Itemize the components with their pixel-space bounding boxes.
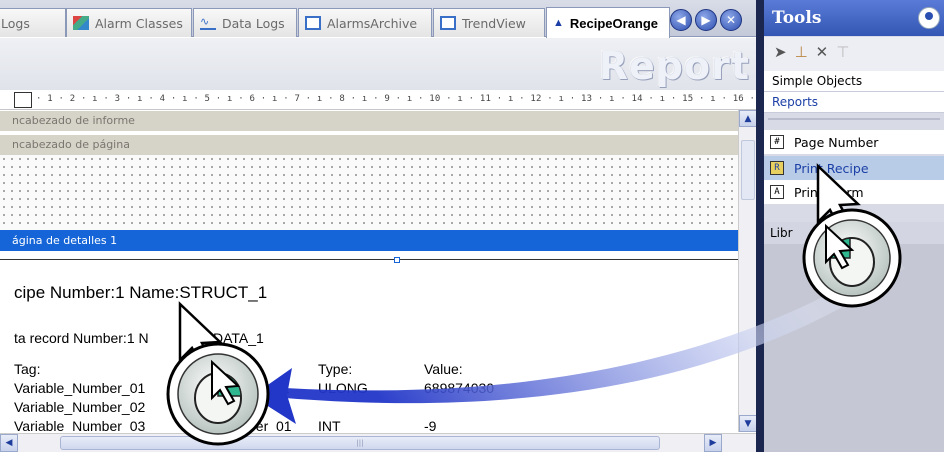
arrow-right-icon: ▶ (701, 13, 711, 27)
page-header-band[interactable]: ncabezado de página (0, 135, 738, 155)
tab-label: Alarm Classes (95, 15, 183, 31)
chevron-right-icon: ▶ (709, 438, 717, 448)
type-cell (318, 398, 368, 417)
tab-label: Data Logs (222, 15, 285, 31)
screen-icon (305, 16, 321, 30)
scroll-up-button[interactable]: ▲ (739, 110, 757, 127)
tab-alarms-archive[interactable]: AlarmsArchive (298, 8, 432, 37)
tab-trend-view[interactable]: TrendView (433, 8, 545, 37)
type-column[interactable]: Type: ULONG INT (318, 360, 368, 436)
arrow-left-icon: ◀ (676, 13, 686, 27)
tool-label: Print Recipe (794, 160, 869, 176)
scroll-down-button[interactable]: ▼ (739, 415, 757, 432)
tab-logs[interactable]: Logs (0, 8, 66, 37)
editor-title: Report (598, 44, 750, 88)
vertical-scroll-thumb[interactable] (741, 140, 755, 200)
tab-label: TrendView (462, 15, 526, 31)
detail-band[interactable]: ágina de detalles 1 (0, 230, 738, 251)
editor-tab-bar: Logs Alarm Classes ∿ Data Logs AlarmsArc… (0, 0, 762, 38)
library-area (764, 244, 944, 452)
chevron-down-icon: ▼ (744, 418, 752, 429)
tab-label: Logs (1, 15, 30, 31)
tool-icon-bar: ➤⊥✕⊤ (764, 37, 944, 71)
panel-splitter[interactable] (756, 0, 764, 452)
tool-label: Print Alarm (794, 184, 864, 200)
tab-data-logs[interactable]: ∿ Data Logs (193, 8, 297, 37)
scroll-right-button[interactable]: ▶ (704, 434, 722, 452)
tools-header: Tools (764, 0, 944, 36)
chevron-up-icon: ▲ (744, 113, 752, 124)
record-name-text[interactable]: DATA_1 (213, 330, 264, 346)
chevron-left-icon: ◀ (5, 438, 13, 448)
ruler-corner (14, 92, 32, 108)
print-recipe-icon: R (770, 161, 784, 175)
library-section-header[interactable]: Libr (764, 222, 944, 244)
value-column[interactable]: Value: 689874030 -9 (424, 360, 494, 436)
section-divider (0, 259, 738, 260)
report-editor: Logs Alarm Classes ∿ Data Logs AlarmsArc… (0, 0, 762, 452)
tab-label: RecipeOrange (569, 15, 659, 31)
close-icon: ✕ (725, 13, 737, 27)
pin-icon[interactable] (918, 7, 940, 29)
horizontal-ruler: · 1 · 2 · ı · 3 · ı · 4 · ı · 5 · ı · 6 … (0, 90, 762, 110)
recipe-header-text[interactable]: cipe Number:1 Name:STRUCT_1 (14, 283, 267, 303)
tools-title: Tools (772, 8, 822, 28)
screen-icon (440, 16, 456, 30)
tool-print-recipe[interactable]: R Print Recipe (764, 156, 944, 180)
stamp-icon[interactable]: ⊥ (795, 43, 816, 61)
scroll-tabs-left-button[interactable]: ◀ (670, 9, 692, 31)
tab-label: AlarmsArchive (327, 15, 418, 31)
ruler-tool-icon[interactable]: ⊤ (836, 43, 857, 61)
tool-print-alarm[interactable]: A Print Alarm (764, 180, 944, 204)
category-simple-objects[interactable]: Simple Objects (764, 71, 944, 92)
report-banner: Report (0, 38, 762, 90)
tab-recipe-orange[interactable]: ▲ RecipeOrange (546, 7, 670, 38)
tab-alarm-classes[interactable]: Alarm Classes (66, 8, 192, 37)
pointer-icon[interactable]: ➤ (774, 43, 795, 61)
data-logs-icon: ∿ (200, 16, 216, 30)
resize-handle[interactable] (394, 257, 400, 263)
horizontal-scroll-thumb[interactable]: ||| (60, 436, 660, 450)
value-cell: 689874030 (424, 380, 495, 396)
tag-column[interactable]: Tag: Variable_Number_01 Variable_Number_… (14, 360, 145, 436)
tool-page-number[interactable]: # Page Number (764, 130, 944, 154)
print-alarm-icon: A (770, 185, 784, 199)
tools-panel: Tools ➤⊥✕⊤ Simple Objects Reports # Page… (764, 0, 944, 452)
page-header-area[interactable] (0, 155, 738, 230)
tools-icon[interactable]: ✕ (816, 43, 837, 61)
ruler-scale: · 1 · 2 · ı · 3 · ı · 4 · ı · 5 · ı · 6 … (36, 94, 762, 104)
category-reports[interactable]: Reports (764, 92, 944, 113)
report-header-band[interactable]: ncabezado de informe (0, 111, 738, 131)
record-header-text[interactable]: ta record Number:1 N (14, 330, 149, 346)
scroll-tabs-right-button[interactable]: ▶ (695, 9, 717, 31)
type-header: Type: (318, 361, 353, 377)
horizontal-scrollbar[interactable]: ◀ ||| ▶ (0, 433, 756, 452)
alarm-classes-icon (73, 16, 89, 30)
name-fragment: 01 (274, 380, 290, 396)
value-cell (424, 398, 494, 417)
tag-cell: Variable_Number_01 (14, 380, 146, 396)
type-cell: ULONG (318, 380, 368, 396)
scroll-left-button[interactable]: ◀ (0, 434, 18, 452)
vertical-scrollbar[interactable]: ▲ ▼ (738, 110, 757, 432)
category-separator (764, 113, 944, 125)
tag-cell: Variable_Number_02 (14, 399, 146, 415)
close-tab-button[interactable]: ✕ (720, 9, 742, 31)
report-icon: ▲ (553, 17, 564, 29)
page-number-icon: # (770, 135, 784, 149)
tag-header: Tag: (14, 361, 41, 377)
value-header: Value: (424, 361, 463, 377)
tool-label: Page Number (794, 134, 879, 150)
